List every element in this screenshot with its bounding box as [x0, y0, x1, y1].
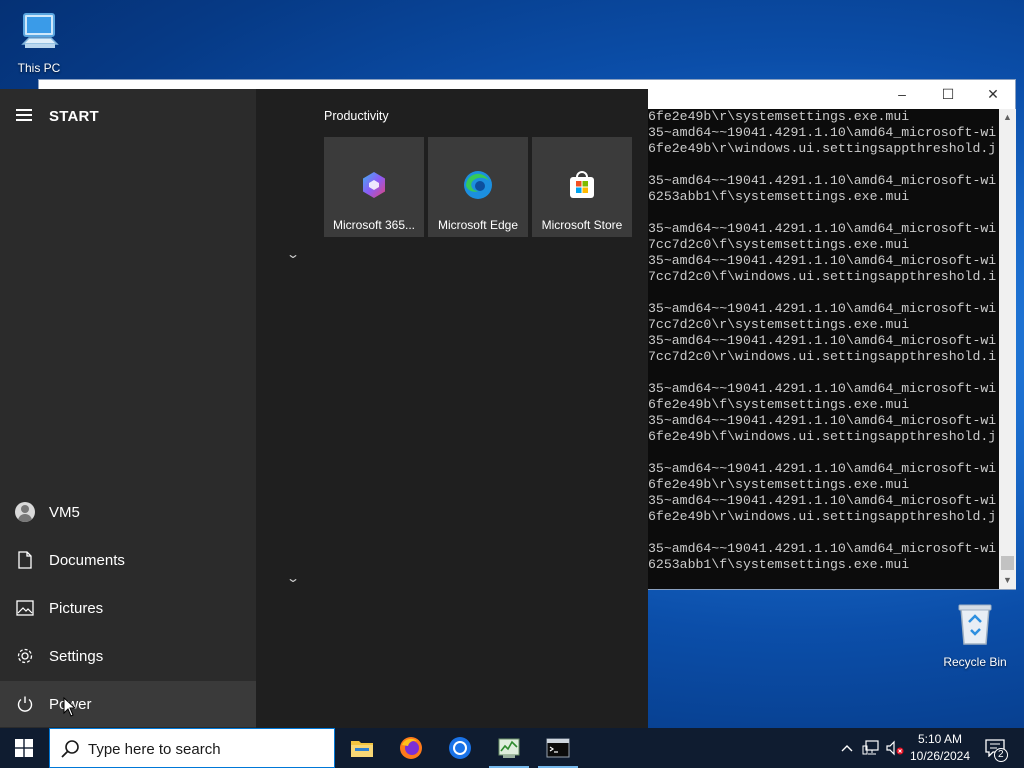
- volume-button[interactable]: [884, 728, 906, 768]
- start-menu-title: START: [49, 108, 99, 125]
- tile-label: Microsoft 365...: [332, 218, 416, 232]
- edge-icon: [464, 171, 492, 199]
- sidebar-item-pictures[interactable]: Pictures: [0, 585, 256, 631]
- clock-time: 5:10 AM: [917, 732, 963, 746]
- windows-logo-icon: [15, 739, 33, 757]
- start-menu-sidebar: START VM5 Documents Pictures Settings: [0, 89, 256, 728]
- sidebar-item-label: Documents: [49, 551, 125, 569]
- store-icon: [570, 171, 594, 198]
- volume-muted-icon: [886, 740, 904, 756]
- task-manager-icon: [498, 738, 520, 758]
- network-icon: [862, 740, 879, 755]
- console-scrollbar[interactable]: ▲ ▼: [999, 109, 1016, 589]
- microsoft-365-icon: [363, 172, 385, 198]
- tile-group-title[interactable]: Productivity: [324, 109, 389, 123]
- minimize-button[interactable]: –: [879, 80, 925, 108]
- start-button[interactable]: [0, 728, 48, 768]
- sidebar-item-documents[interactable]: Documents: [0, 537, 256, 583]
- taskbar-app-file-explorer[interactable]: [338, 728, 386, 768]
- tile-microsoft-edge[interactable]: Microsoft Edge: [428, 137, 528, 237]
- taskbar: Type here to search 5:10 AM 10/26/2024: [0, 728, 1024, 768]
- sidebar-item-label: VM5: [49, 503, 80, 521]
- tile-label: Microsoft Edge: [437, 218, 519, 232]
- taskbar-app-task-manager[interactable]: [485, 728, 533, 768]
- sidebar-item-label: Pictures: [49, 599, 104, 617]
- user-avatar-icon: [15, 502, 35, 522]
- document-icon: [18, 551, 32, 569]
- sidebar-item-user[interactable]: VM5: [0, 489, 256, 535]
- gear-icon: [17, 648, 33, 664]
- collapse-chevron-icon[interactable]: ⌄: [286, 247, 300, 261]
- search-input[interactable]: Type here to search: [49, 728, 335, 768]
- scroll-down-button[interactable]: ▼: [999, 572, 1016, 589]
- taskbar-app-command-prompt[interactable]: [534, 728, 582, 768]
- this-pc-icon: [21, 13, 59, 48]
- sidebar-item-power[interactable]: Power: [0, 681, 256, 727]
- tile-microsoft-store[interactable]: Microsoft Store: [532, 137, 632, 237]
- tile-microsoft-365[interactable]: Microsoft 365...: [324, 137, 424, 237]
- terminal-icon: [546, 738, 570, 758]
- scroll-up-button[interactable]: ▲: [999, 109, 1016, 126]
- search-icon: [61, 740, 79, 758]
- start-menu: START VM5 Documents Pictures Settings ⌄ …: [0, 89, 648, 728]
- console-output-text: 6fe2e49b\r\systemsettings.exe.mui 35~amd…: [648, 109, 997, 572]
- hamburger-menu-icon[interactable]: [16, 109, 32, 123]
- sidebar-item-settings[interactable]: Settings: [0, 633, 256, 679]
- taskbar-app-chrome[interactable]: [436, 728, 484, 768]
- close-button[interactable]: ✕: [970, 80, 1016, 108]
- mouse-cursor-icon: [63, 697, 77, 717]
- scroll-thumb[interactable]: [1001, 556, 1014, 570]
- folder-icon: [351, 741, 373, 757]
- search-placeholder: Type here to search: [88, 741, 221, 758]
- taskbar-clock[interactable]: 5:10 AM 10/26/2024: [905, 731, 975, 765]
- desktop-icon-label: Recycle Bin: [943, 655, 1007, 669]
- notification-count: 2: [998, 749, 1004, 760]
- desktop-icon-label: This PC: [17, 61, 61, 75]
- recycle-bin-icon: [958, 604, 992, 645]
- tile-label: Microsoft Store: [541, 218, 623, 232]
- collapse-chevron-icon[interactable]: ⌄: [286, 571, 300, 585]
- desktop-icon-recycle-bin[interactable]: Recycle Bin: [939, 600, 1011, 669]
- chevron-up-icon: [841, 745, 853, 752]
- network-status-button[interactable]: [860, 728, 882, 768]
- taskbar-app-firefox[interactable]: [387, 728, 435, 768]
- clock-date: 10/26/2024: [909, 749, 971, 763]
- power-icon: [17, 696, 33, 712]
- maximize-button[interactable]: ☐: [925, 80, 971, 108]
- chrome-icon: [449, 737, 471, 759]
- show-hidden-icons-button[interactable]: [838, 728, 856, 768]
- firefox-icon: [400, 737, 422, 759]
- desktop-icon-this-pc[interactable]: This PC: [3, 10, 75, 75]
- sidebar-item-label: Settings: [49, 647, 104, 665]
- notification-count-badge: 2: [994, 748, 1008, 767]
- pictures-icon: [16, 600, 34, 616]
